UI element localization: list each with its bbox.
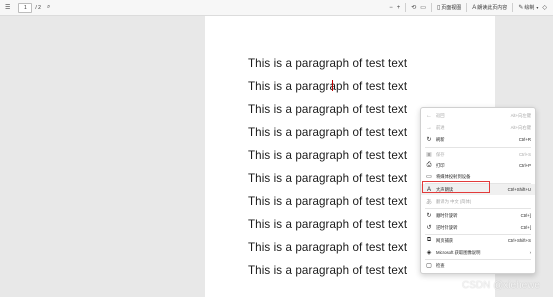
- read-aloud-label: 朗读此页内容: [477, 5, 508, 11]
- toolbar-left-group: ☰ 1 / 2 ⌕: [0, 2, 52, 13]
- text-cursor: [332, 80, 333, 91]
- watermark: CSDN @xiehewe: [462, 280, 540, 291]
- page-view-button[interactable]: ▯ 页面视图: [435, 2, 463, 13]
- menu-item-shortcut: Ctrl+Shift+U: [507, 187, 531, 192]
- menu-item-forward[interactable]: → 前进 Alt+向右键: [421, 122, 535, 133]
- toolbar-divider: [512, 3, 514, 12]
- paragraph: This is a paragraph of test text: [248, 218, 408, 231]
- menu-item-image-description[interactable]: ◈ Microsoft 获取图像说明 ›: [421, 247, 535, 258]
- page-view-label: 页面视图: [441, 5, 462, 11]
- menu-item-label: 翻译为 中文 (简体): [436, 198, 472, 204]
- web-capture-icon: ⧉: [426, 237, 432, 243]
- translate-icon: あ: [425, 200, 432, 206]
- menu-item-shortcut: Ctrl+S: [518, 152, 531, 157]
- menu-item-shortcut: Alt+向右键: [510, 124, 531, 130]
- rotate-clockwise-icon: ↻: [426, 213, 432, 219]
- menu-item-web-capture[interactable]: ⧉ 网页捕获 Ctrl+Shift+S: [421, 235, 535, 246]
- paragraph: This is a paragraph of test text: [248, 80, 408, 93]
- toolbar-right-group: − + ⟲ ▭ ▯ 页面视图 A 朗读此页内容 ✎ 绘制 ▾ ◇: [387, 2, 553, 13]
- menu-item-rotate-clockwise[interactable]: ↻ 顺时针旋转 Ctrl+]: [421, 210, 535, 221]
- toolbar-divider: [405, 3, 407, 12]
- menu-item-print[interactable]: ⎙ 打印 Ctrl+P: [421, 160, 535, 171]
- menu-item-label: 前进: [436, 124, 445, 130]
- read-aloud-button[interactable]: A 朗读此页内容: [470, 2, 509, 13]
- menu-item-back[interactable]: ← 返回 Alt+向左键: [421, 110, 535, 121]
- pdf-toolbar: ☰ 1 / 2 ⌕ − + ⟲ ▭ ▯ 页面视图 A 朗读此页内容 ✎ 绘制 ▾…: [0, 0, 553, 16]
- menu-item-label: 打印: [436, 162, 445, 168]
- menu-item-refresh[interactable]: ↻ 刷新 Ctrl+R: [421, 134, 535, 145]
- eraser-icon[interactable]: ◇: [540, 2, 549, 13]
- menu-item-inspect[interactable]: ▢ 检查: [421, 260, 535, 271]
- draw-button[interactable]: ✎ 绘制 ▾: [516, 2, 540, 13]
- printer-icon: ⎙: [426, 162, 432, 168]
- menu-separator: [425, 208, 531, 209]
- menu-item-label: Microsoft 获取图像说明: [436, 249, 481, 255]
- menu-item-shortcut: Ctrl+P: [518, 163, 531, 168]
- menu-item-label: 返回: [436, 112, 445, 118]
- menu-item-save[interactable]: ▣ 保存 Ctrl+S: [421, 149, 535, 160]
- paragraph: This is a paragraph of test text: [248, 241, 408, 254]
- refresh-icon: ↻: [426, 137, 432, 143]
- menu-item-translate[interactable]: あ 翻译为 中文 (简体): [421, 196, 535, 207]
- image-description-icon: ◈: [426, 250, 432, 256]
- back-arrow-icon: ←: [426, 112, 432, 119]
- highlight-annotation-box: [422, 181, 490, 193]
- paragraph: This is a paragraph of test text: [248, 57, 408, 70]
- menu-separator: [425, 147, 531, 148]
- menu-item-label: 刷新: [436, 136, 445, 142]
- cast-icon: ▭: [426, 174, 432, 180]
- inspect-icon: ▢: [426, 263, 432, 269]
- zoom-in-icon[interactable]: +: [395, 2, 403, 13]
- rotate-counterclockwise-icon: ↺: [426, 225, 432, 231]
- menu-item-rotate-counterclockwise[interactable]: ↺ 逆时针旋转 Ctrl+[: [421, 222, 535, 233]
- paragraph: This is a paragraph of test text: [248, 103, 408, 116]
- page-number-input[interactable]: 1: [18, 2, 33, 13]
- menu-item-shortcut: Alt+向左键: [510, 112, 531, 118]
- draw-icon: ✎: [518, 5, 524, 11]
- search-icon[interactable]: ⌕: [45, 2, 52, 13]
- read-aloud-icon: A: [472, 4, 477, 11]
- menu-item-label: 检查: [436, 262, 445, 268]
- paragraph: This is a paragraph of test text: [248, 195, 408, 208]
- menu-item-label: 网页捕获: [436, 237, 454, 243]
- forward-arrow-icon: →: [426, 124, 432, 131]
- menu-icon[interactable]: ☰: [3, 2, 12, 13]
- chevron-right-icon: ›: [529, 250, 531, 255]
- paragraph: This is a paragraph of test text: [248, 126, 408, 139]
- menu-item-label: 顺时针旋转: [436, 212, 458, 218]
- chevron-down-icon: ▾: [536, 5, 539, 10]
- menu-item-label: 将媒体投射到设备: [436, 173, 471, 179]
- menu-item-shortcut: Ctrl+Shift+S: [507, 238, 531, 243]
- rotate-icon[interactable]: ⟲: [409, 2, 418, 13]
- menu-item-label: 逆时针旋转: [436, 224, 458, 230]
- fit-page-icon[interactable]: ▭: [418, 2, 428, 13]
- paragraph: This is a paragraph of test text: [248, 172, 408, 185]
- menu-item-label: 保存: [436, 151, 445, 157]
- draw-label: 绘制: [524, 5, 535, 11]
- page-view-icon: ▯: [436, 5, 441, 11]
- paragraph: This is a paragraph of test text: [248, 149, 408, 162]
- save-icon: ▣: [426, 152, 432, 158]
- menu-item-shortcut: Ctrl+[: [520, 225, 531, 230]
- menu-item-shortcut: Ctrl+R: [518, 137, 531, 142]
- toolbar-divider: [430, 3, 432, 12]
- page-total: / 2: [35, 4, 41, 11]
- menu-item-shortcut: Ctrl+]: [520, 213, 531, 218]
- zoom-out-icon[interactable]: −: [387, 2, 395, 13]
- toolbar-divider: [466, 3, 468, 12]
- paragraph: This is a paragraph of test text: [248, 264, 408, 277]
